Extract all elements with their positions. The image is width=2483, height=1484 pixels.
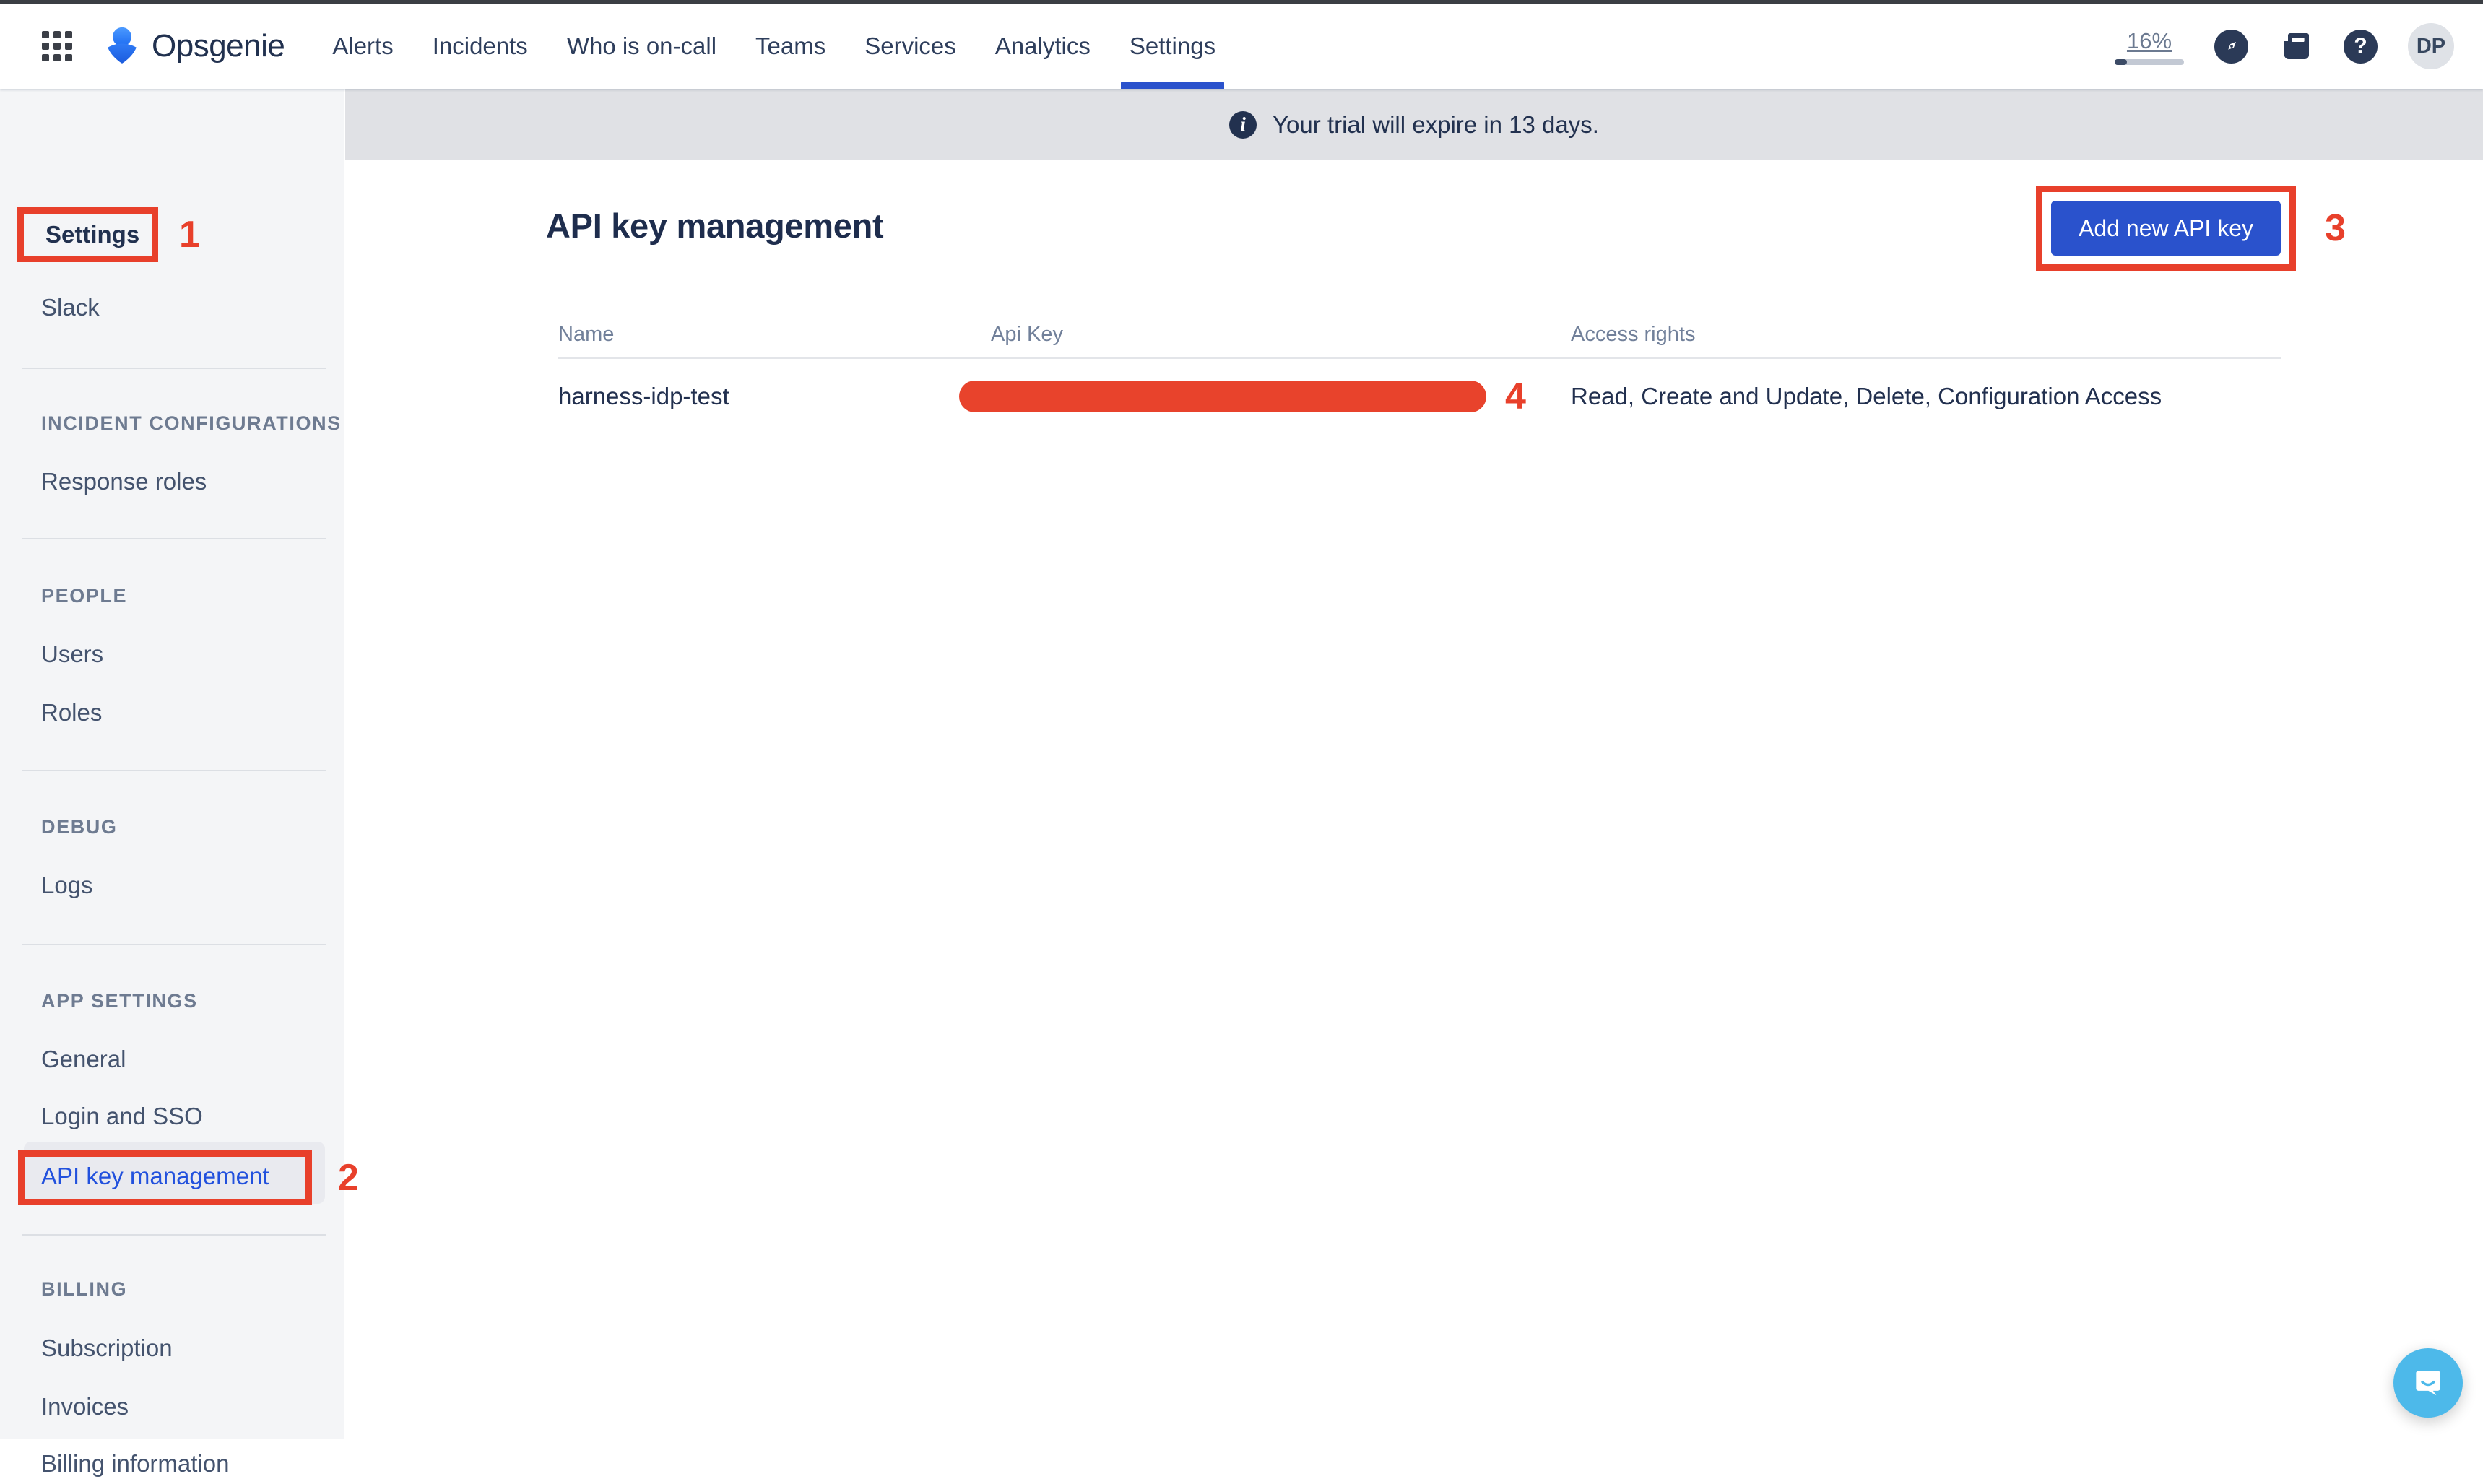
column-header-access-rights: Access rights: [1571, 323, 2281, 347]
sidebar-header-debug: DEBUG: [41, 816, 118, 838]
nav-alerts[interactable]: Alerts: [329, 4, 396, 89]
sidebar-item-logs[interactable]: Logs: [41, 865, 93, 906]
chat-bubble-icon: [2410, 1365, 2446, 1401]
sidebar-item-users[interactable]: Users: [41, 634, 103, 674]
add-new-api-key-button[interactable]: Add new API key: [2051, 201, 2281, 256]
sidebar-item-slack[interactable]: Slack: [41, 287, 100, 328]
nav-who-is-on-call[interactable]: Who is on-call: [564, 4, 719, 89]
annotation-label-2: 2: [338, 1156, 359, 1199]
api-keys-table-header: Name Api Key Access rights: [558, 323, 2281, 359]
app-header: Opsgenie Alerts Incidents Who is on-call…: [0, 4, 2483, 89]
table-row: harness-idp-test 4 Read, Create and Upda…: [558, 375, 2281, 418]
avatar-initials: DP: [2417, 35, 2445, 58]
annotation-redaction-4-api-key: [959, 381, 1486, 412]
annotation-label-1: 1: [179, 213, 200, 256]
sidebar-divider: [22, 538, 326, 539]
column-header-name: Name: [558, 323, 959, 347]
api-key-name-cell: harness-idp-test: [558, 383, 959, 410]
annotation-label-3: 3: [2325, 207, 2346, 250]
sidebar-item-billing-information[interactable]: Billing information: [41, 1444, 229, 1484]
primary-nav: Alerts Incidents Who is on-call Teams Se…: [329, 4, 1218, 89]
page-title: API key management: [546, 206, 883, 246]
product-name: Opsgenie: [152, 28, 285, 64]
sidebar-divider: [22, 944, 326, 945]
annotation-label-4: 4: [1505, 375, 1526, 418]
sidebar-divider: [22, 368, 326, 369]
header-actions: 16% ? DP: [2115, 23, 2454, 69]
access-rights-cell: Read, Create and Update, Delete, Configu…: [1571, 383, 2281, 410]
help-icon[interactable]: ?: [2344, 30, 2378, 64]
chat-launcher-button[interactable]: [2393, 1348, 2463, 1418]
nav-teams[interactable]: Teams: [753, 4, 828, 89]
api-keys-table: Name Api Key Access rights harness-idp-t…: [558, 323, 2281, 418]
sidebar-item-general[interactable]: General: [41, 1039, 126, 1080]
sidebar-item-roles[interactable]: Roles: [41, 693, 102, 733]
main-content: API key management Add new API key 3 Nam…: [345, 160, 2483, 1439]
opsgenie-logo-icon: [101, 25, 143, 67]
column-header-api-key: Api Key: [959, 323, 1571, 347]
explore-compass-icon[interactable]: [2214, 30, 2248, 64]
sidebar-divider: [22, 1234, 326, 1236]
trial-banner: i Your trial will expire in 13 days.: [345, 89, 2483, 160]
trial-usage-percent: 16%: [2127, 28, 2172, 54]
sidebar-header-billing: BILLING: [41, 1278, 127, 1301]
info-icon: i: [1229, 111, 1257, 139]
app-switcher-icon[interactable]: [42, 31, 72, 61]
sidebar-item-response-roles[interactable]: Response roles: [41, 461, 207, 502]
help-glyph: ?: [2354, 34, 2367, 58]
sidebar-header-people: PEOPLE: [41, 585, 127, 607]
nav-services[interactable]: Services: [862, 4, 959, 89]
annotation-box-1-settings: [17, 207, 158, 262]
sidebar-header-app-settings: APP SETTINGS: [41, 990, 198, 1012]
trial-usage-indicator[interactable]: 16%: [2115, 28, 2184, 65]
sidebar-divider: [22, 770, 326, 771]
settings-sidebar: Settings Slack INCIDENT CONFIGURATIONS R…: [0, 89, 344, 1439]
sidebar-header-incident-configurations: INCIDENT CONFIGURATIONS: [41, 412, 342, 435]
whats-new-newspaper-icon[interactable]: [2279, 29, 2313, 64]
trial-banner-text: Your trial will expire in 13 days.: [1273, 111, 1599, 139]
annotation-box-2-api-key-management: [18, 1150, 312, 1205]
sidebar-item-invoices[interactable]: Invoices: [41, 1387, 129, 1427]
sidebar-item-login-and-sso[interactable]: Login and SSO: [41, 1096, 203, 1137]
page-header-row: API key management Add new API key 3: [558, 186, 2281, 271]
nav-incidents[interactable]: Incidents: [430, 4, 531, 89]
opsgenie-logo[interactable]: Opsgenie: [101, 25, 285, 67]
sidebar-item-subscription[interactable]: Subscription: [41, 1328, 173, 1368]
nav-settings[interactable]: Settings: [1127, 4, 1218, 89]
annotation-box-3-add-button: Add new API key 3: [2036, 186, 2296, 271]
trial-usage-progressbar: [2115, 59, 2184, 65]
nav-analytics[interactable]: Analytics: [992, 4, 1093, 89]
api-key-value-cell: 4: [959, 375, 1571, 418]
user-avatar[interactable]: DP: [2408, 23, 2454, 69]
